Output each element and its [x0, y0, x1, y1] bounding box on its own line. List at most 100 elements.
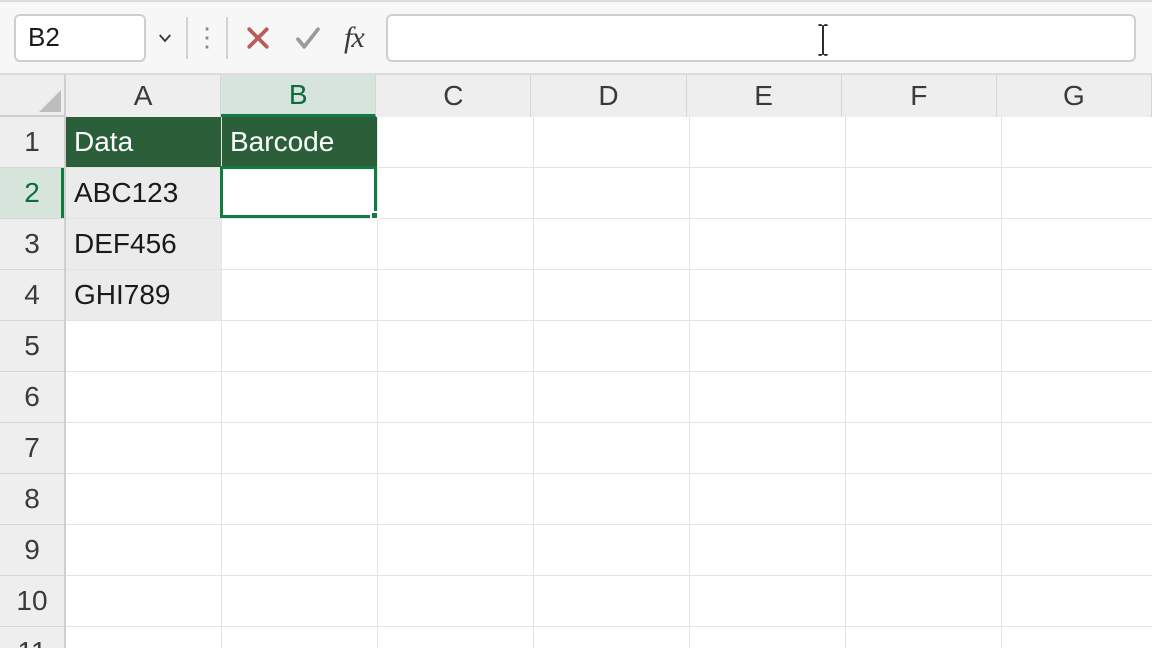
cell-C3[interactable] [378, 219, 534, 270]
cell-E6[interactable] [690, 372, 846, 423]
cell-F3[interactable] [846, 219, 1002, 270]
cell-C11[interactable] [378, 627, 534, 648]
cell-G9[interactable] [1002, 525, 1152, 576]
cell-C2[interactable] [378, 168, 534, 219]
cell-E3[interactable] [690, 219, 846, 270]
column-header-B[interactable]: B [221, 75, 376, 117]
cell-B9[interactable] [222, 525, 378, 576]
formula-input[interactable] [386, 14, 1136, 62]
cell-F9[interactable] [846, 525, 1002, 576]
cell-F5[interactable] [846, 321, 1002, 372]
cell-E5[interactable] [690, 321, 846, 372]
cell-E2[interactable] [690, 168, 846, 219]
cell-F4[interactable] [846, 270, 1002, 321]
cell-A1[interactable]: Data [66, 117, 222, 168]
row-header-3[interactable]: 3 [0, 219, 64, 270]
select-all-corner[interactable] [0, 75, 66, 117]
cell-F7[interactable] [846, 423, 1002, 474]
cell-D7[interactable] [534, 423, 690, 474]
cell-B1[interactable]: Barcode [222, 117, 378, 168]
spreadsheet-grid[interactable]: ABCDEFG 1234567891011 DataBarcodeABC123D… [0, 75, 1152, 648]
cell-E11[interactable] [690, 627, 846, 648]
cell-F2[interactable] [846, 168, 1002, 219]
cell-G1[interactable] [1002, 117, 1152, 168]
cell-A11[interactable] [66, 627, 222, 648]
cell-D10[interactable] [534, 576, 690, 627]
cell-G7[interactable] [1002, 423, 1152, 474]
cell-F6[interactable] [846, 372, 1002, 423]
cell-B10[interactable] [222, 576, 378, 627]
cell-E4[interactable] [690, 270, 846, 321]
cell-C5[interactable] [378, 321, 534, 372]
column-header-D[interactable]: D [531, 75, 686, 117]
cell-A8[interactable] [66, 474, 222, 525]
cell-F1[interactable] [846, 117, 1002, 168]
cell-G10[interactable] [1002, 576, 1152, 627]
cell-C6[interactable] [378, 372, 534, 423]
cell-D1[interactable] [534, 117, 690, 168]
cell-B7[interactable] [222, 423, 378, 474]
row-header-1[interactable]: 1 [0, 117, 64, 168]
cell-D3[interactable] [534, 219, 690, 270]
row-header-7[interactable]: 7 [0, 423, 64, 474]
cell-B4[interactable] [222, 270, 378, 321]
row-header-6[interactable]: 6 [0, 372, 64, 423]
cell-G3[interactable] [1002, 219, 1152, 270]
fx-button[interactable]: fx [344, 21, 364, 55]
cell-D2[interactable] [534, 168, 690, 219]
cell-D4[interactable] [534, 270, 690, 321]
cell-A2[interactable]: ABC123 [66, 168, 222, 219]
row-header-5[interactable]: 5 [0, 321, 64, 372]
cell-B5[interactable] [222, 321, 378, 372]
cell-A5[interactable] [66, 321, 222, 372]
cell-E7[interactable] [690, 423, 846, 474]
column-header-F[interactable]: F [842, 75, 997, 117]
cell-G11[interactable] [1002, 627, 1152, 648]
row-header-4[interactable]: 4 [0, 270, 64, 321]
cell-C10[interactable] [378, 576, 534, 627]
cell-E8[interactable] [690, 474, 846, 525]
cancel-button[interactable] [240, 18, 276, 58]
row-header-9[interactable]: 9 [0, 525, 64, 576]
cell-C4[interactable] [378, 270, 534, 321]
cell-A10[interactable] [66, 576, 222, 627]
cell-G6[interactable] [1002, 372, 1152, 423]
cell-D9[interactable] [534, 525, 690, 576]
row-header-2[interactable]: 2 [0, 168, 64, 219]
cell-B2[interactable] [222, 168, 378, 219]
row-header-10[interactable]: 10 [0, 576, 64, 627]
cell-B8[interactable] [222, 474, 378, 525]
cell-F8[interactable] [846, 474, 1002, 525]
cell-G8[interactable] [1002, 474, 1152, 525]
column-header-C[interactable]: C [376, 75, 531, 117]
cell-A6[interactable] [66, 372, 222, 423]
cell-A9[interactable] [66, 525, 222, 576]
cell-D6[interactable] [534, 372, 690, 423]
cell-A4[interactable]: GHI789 [66, 270, 222, 321]
cell-C9[interactable] [378, 525, 534, 576]
cell-E1[interactable] [690, 117, 846, 168]
name-box[interactable]: B2 [14, 14, 146, 62]
cell-F10[interactable] [846, 576, 1002, 627]
cell-G2[interactable] [1002, 168, 1152, 219]
cell-C1[interactable] [378, 117, 534, 168]
cell-D8[interactable] [534, 474, 690, 525]
cell-G4[interactable] [1002, 270, 1152, 321]
cell-E10[interactable] [690, 576, 846, 627]
cell-C7[interactable] [378, 423, 534, 474]
cell-E9[interactable] [690, 525, 846, 576]
column-header-A[interactable]: A [66, 75, 221, 117]
cell-F11[interactable] [846, 627, 1002, 648]
column-header-G[interactable]: G [997, 75, 1152, 117]
cell-B3[interactable] [222, 219, 378, 270]
column-header-E[interactable]: E [687, 75, 842, 117]
cell-D11[interactable] [534, 627, 690, 648]
kebab-icon[interactable]: ⋮ [198, 17, 216, 59]
enter-button[interactable] [290, 18, 326, 58]
cell-B6[interactable] [222, 372, 378, 423]
cell-A7[interactable] [66, 423, 222, 474]
cell-A3[interactable]: DEF456 [66, 219, 222, 270]
name-box-dropdown[interactable] [152, 14, 178, 62]
cell-G5[interactable] [1002, 321, 1152, 372]
cell-D5[interactable] [534, 321, 690, 372]
